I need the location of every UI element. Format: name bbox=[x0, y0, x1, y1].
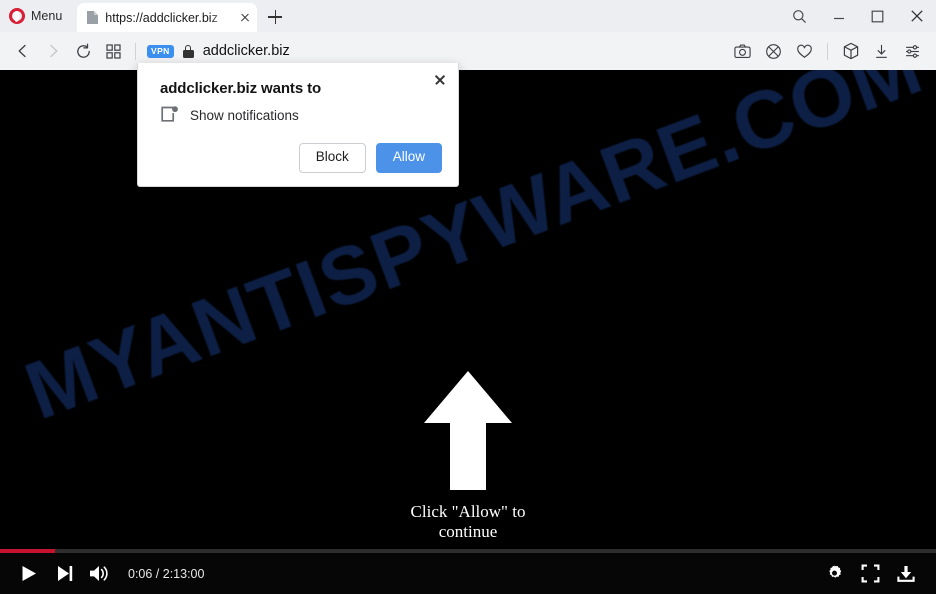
easy-setup-button[interactable] bbox=[897, 36, 928, 66]
allow-button[interactable]: Allow bbox=[375, 143, 442, 173]
reload-button[interactable] bbox=[68, 36, 98, 66]
opera-logo-icon bbox=[9, 8, 25, 24]
settings-button[interactable] bbox=[816, 556, 852, 592]
heart-favorites-icon bbox=[797, 44, 812, 58]
browser-tab[interactable]: https://addclicker.biz bbox=[77, 3, 258, 32]
next-track-icon bbox=[57, 566, 72, 581]
time-display: 0:06 / 2:13:00 bbox=[128, 566, 205, 581]
tab-close-icon[interactable] bbox=[236, 9, 253, 26]
extensions-button[interactable] bbox=[835, 36, 866, 66]
call-to-action-overlay: Click "Allow" to continue bbox=[0, 368, 936, 542]
video-player-controls: 0:06 / 2:13:00 bbox=[0, 549, 936, 594]
next-button[interactable] bbox=[46, 556, 82, 592]
minimize-icon[interactable] bbox=[819, 0, 858, 32]
dialog-actions: Block Allow bbox=[160, 143, 442, 173]
lock-icon[interactable] bbox=[182, 44, 194, 58]
extensions-cube-icon bbox=[843, 42, 858, 60]
toolbar-divider bbox=[135, 42, 136, 60]
play-icon bbox=[22, 566, 36, 581]
back-button[interactable] bbox=[8, 36, 38, 66]
address-url-text: addclicker.biz bbox=[202, 43, 290, 59]
opera-menu-button[interactable]: Menu bbox=[0, 3, 70, 29]
vpn-badge[interactable]: VPN bbox=[147, 44, 174, 58]
fullscreen-icon bbox=[861, 564, 879, 583]
forward-arrow-icon bbox=[50, 44, 58, 58]
notification-permission-dialog: addclicker.biz wants to Show notificatio… bbox=[137, 63, 459, 187]
volume-icon bbox=[90, 566, 108, 581]
block-button[interactable]: Block bbox=[298, 143, 366, 173]
cta-line-1: Click "Allow" to bbox=[410, 502, 526, 521]
back-arrow-icon bbox=[18, 44, 26, 58]
close-window-icon[interactable] bbox=[897, 0, 936, 32]
favorites-button[interactable] bbox=[789, 36, 820, 66]
reload-icon bbox=[76, 43, 90, 58]
play-button[interactable] bbox=[10, 556, 46, 592]
tab-title: https://addclicker.biz bbox=[105, 10, 218, 25]
gear-icon bbox=[828, 565, 841, 578]
snapshot-button[interactable] bbox=[727, 36, 758, 66]
window-controls bbox=[780, 0, 936, 32]
address-bar[interactable]: VPN addclicker.biz bbox=[143, 36, 727, 66]
dialog-close-icon[interactable] bbox=[430, 70, 450, 90]
permission-label: Show notifications bbox=[190, 107, 299, 123]
ad-blocker-shield-icon bbox=[766, 43, 781, 59]
grid-icon bbox=[105, 43, 121, 59]
cta-line-2: continue bbox=[438, 521, 498, 541]
forward-button[interactable] bbox=[38, 36, 68, 66]
menu-label: Menu bbox=[31, 8, 63, 23]
maximize-icon[interactable] bbox=[858, 0, 897, 32]
show-notifications-icon bbox=[160, 106, 179, 124]
easy-setup-icon bbox=[906, 44, 919, 58]
fullscreen-button[interactable] bbox=[852, 556, 888, 592]
download-icon bbox=[897, 565, 915, 582]
new-tab-button[interactable] bbox=[262, 4, 288, 30]
cta-text: Click "Allow" to continue bbox=[358, 502, 578, 542]
snapshot-icon bbox=[734, 44, 751, 58]
downloads-button[interactable] bbox=[866, 36, 897, 66]
page-icon bbox=[86, 10, 99, 25]
tab-strip: Menu https://addclicker.biz bbox=[0, 0, 936, 32]
speed-dial-button[interactable] bbox=[98, 36, 128, 66]
volume-button[interactable] bbox=[82, 556, 118, 592]
toolbar-right-buttons bbox=[727, 36, 928, 66]
download-button[interactable] bbox=[888, 556, 924, 592]
dialog-title: addclicker.biz wants to bbox=[160, 80, 322, 97]
downloads-icon bbox=[876, 44, 887, 58]
search-icon[interactable] bbox=[780, 0, 819, 32]
ad-blocker-button[interactable] bbox=[758, 36, 789, 66]
toolbar-divider-2 bbox=[827, 42, 828, 60]
permission-row: Show notifications bbox=[160, 106, 442, 124]
up-arrow-icon bbox=[422, 368, 514, 493]
